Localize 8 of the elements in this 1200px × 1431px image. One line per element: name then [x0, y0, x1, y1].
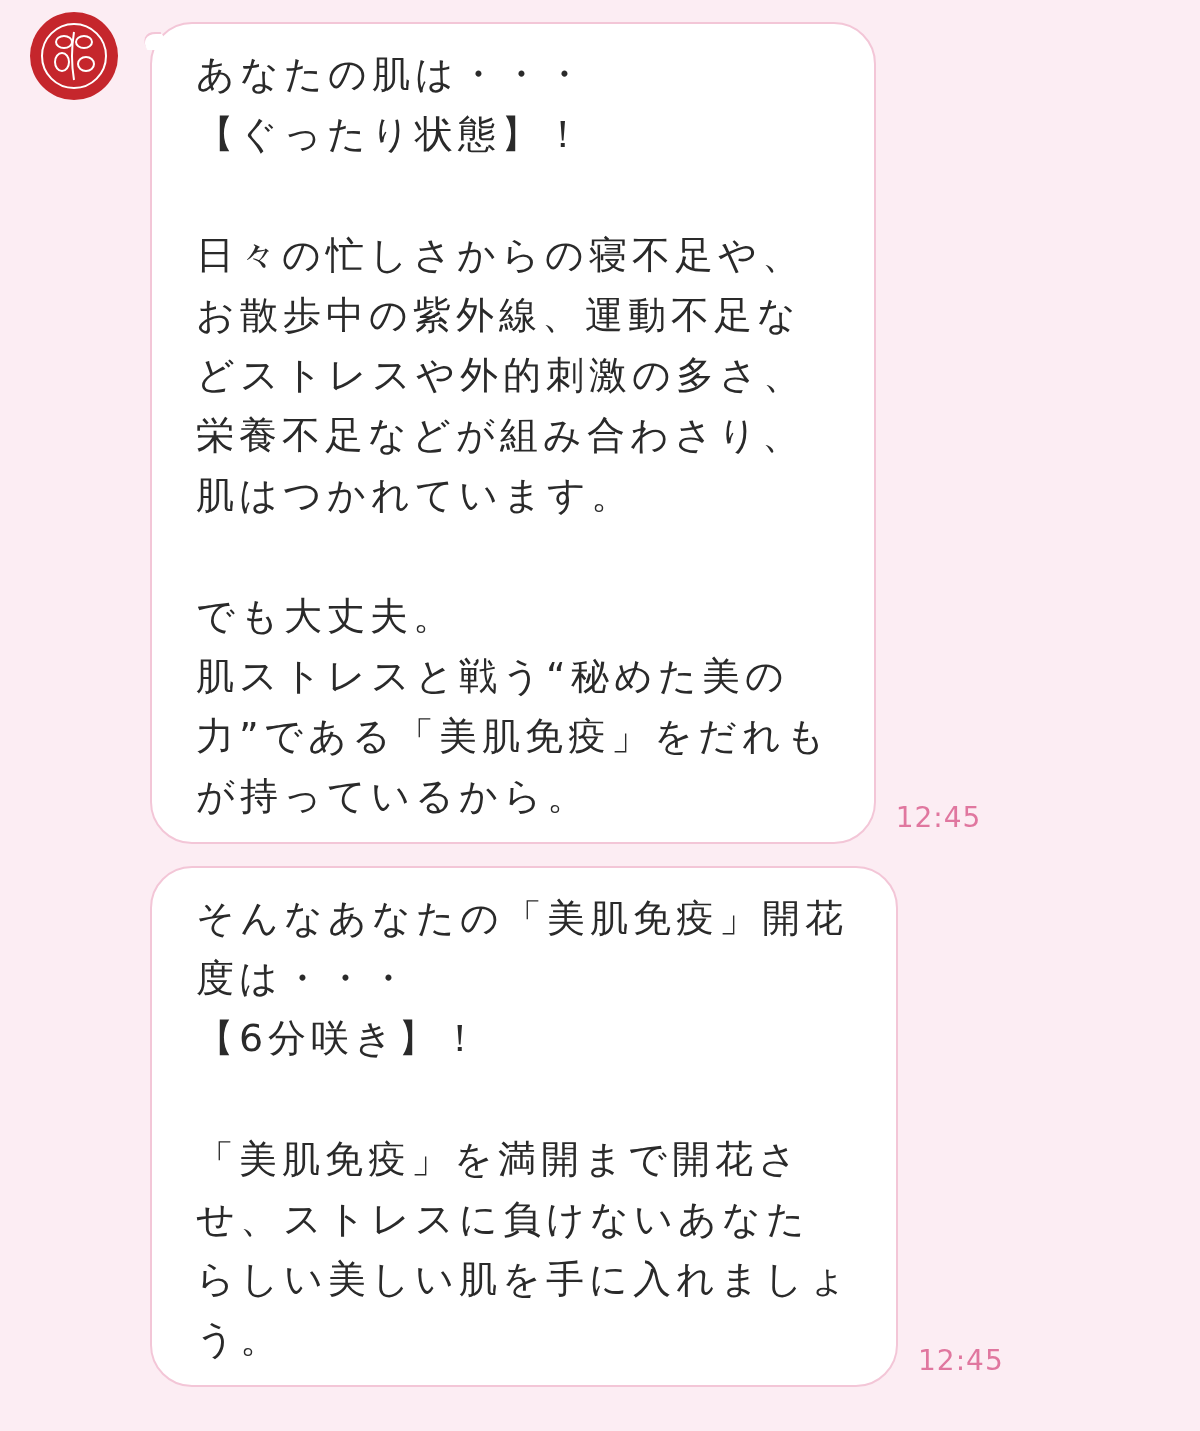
message-text: でも大丈夫。 肌ストレスと戦う“秘めた美の 力”である「美肌免疫」をだれも が持っているから。 [196, 593, 830, 820]
message-text: あなたの肌は・・・ 【ぐったり状態】！ [196, 51, 589, 158]
message-text: 「美肌免疫」を満開まで開花さ せ、ストレスに負けないあなた らしい美しい肌を手に入れましょ う。 [196, 1136, 852, 1363]
message-text: そんなあなたの「美肌免疫」開花 度は・・・ 【6分咲き】！ [196, 895, 849, 1062]
message-time: 12:45 [895, 801, 982, 834]
avatar-icon [30, 12, 118, 100]
message-time: 12:45 [918, 1344, 1004, 1377]
message-text: 日々の忙しさからの寝不足や、 お散歩中の紫外線、運動不足な どストレスや外的刺激の多さ、 栄養不足などが組み合わさり、 肌はつかれています。 [196, 232, 807, 519]
